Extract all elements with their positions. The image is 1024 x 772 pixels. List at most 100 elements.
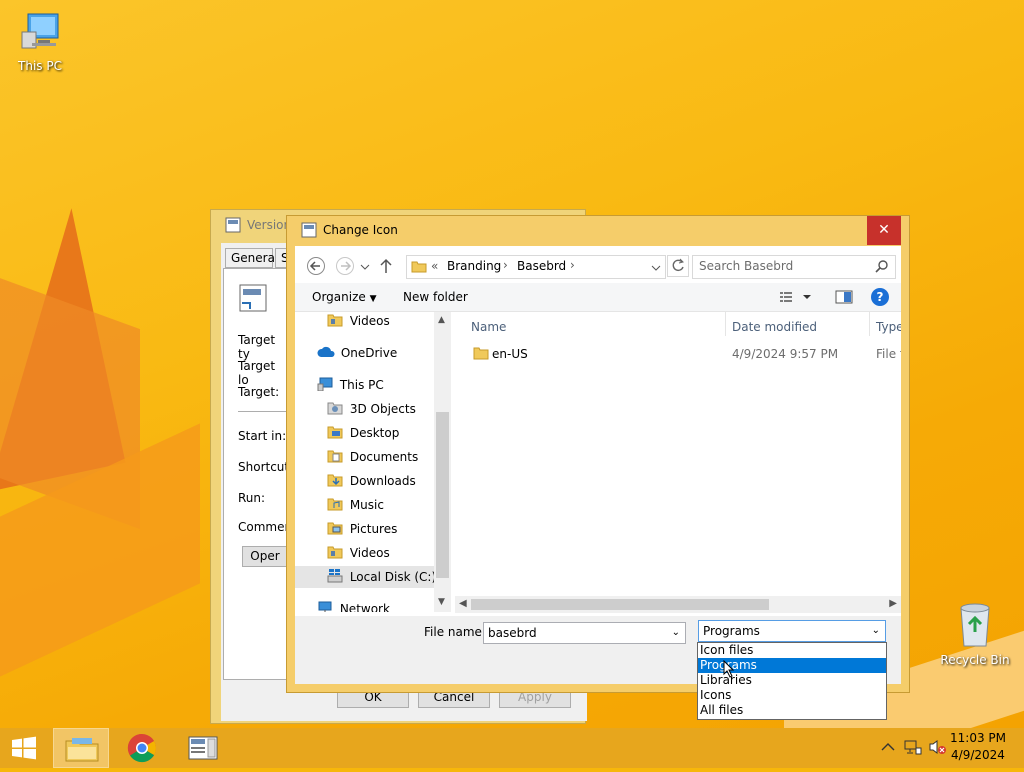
file-type: File fo [876, 347, 901, 361]
nav-label: Music [349, 498, 384, 512]
command-bar: Organize ▼ New folder ? [295, 283, 901, 312]
pictures-folder-icon [327, 522, 343, 536]
scrollbar-thumb[interactable] [436, 412, 449, 578]
file-name-value: basebrd [488, 626, 537, 640]
column-divider[interactable] [725, 312, 726, 336]
nav-item-music[interactable]: Music [327, 494, 384, 516]
column-header-name[interactable]: Name [471, 320, 506, 334]
computer-icon [0, 10, 80, 57]
scroll-up-icon[interactable]: ▲ [438, 315, 445, 325]
folder-icon [411, 259, 427, 276]
navigation-scrollbar[interactable]: ▲ ▼ [434, 312, 451, 612]
breadcrumb-basebrd[interactable]: Basebrd [517, 259, 566, 273]
column-divider[interactable] [869, 312, 870, 336]
column-header-type[interactable]: Type [876, 320, 901, 334]
address-bar: « Branding › Basebrd › Search Basebrd [300, 255, 896, 279]
change-icon-dialog[interactable]: Change Icon ✕ « Branding › Basebrd › Sea… [286, 215, 910, 693]
address-path-box[interactable]: « Branding › Basebrd › [406, 255, 666, 279]
nav-item-onedrive[interactable]: OneDrive [317, 342, 397, 364]
chevron-down-icon[interactable]: ⌄ [872, 621, 880, 641]
taskbar-file-explorer[interactable] [53, 728, 109, 768]
nav-item-local-disk[interactable]: Local Disk (C:) [295, 566, 436, 588]
scrollbar-thumb[interactable] [471, 599, 769, 610]
nav-label: Pictures [349, 522, 398, 536]
recent-locations-chevron-icon[interactable] [360, 261, 370, 275]
taskbar-chrome[interactable] [114, 728, 170, 768]
taskbar-properties[interactable] [175, 728, 231, 768]
video-folder-icon [327, 546, 343, 560]
back-icon[interactable] [306, 256, 326, 279]
new-folder-button[interactable]: New folder [403, 290, 468, 304]
nav-item-pictures[interactable]: Pictures [327, 518, 397, 540]
dropdown-option[interactable]: Icon files [698, 643, 886, 658]
network-status-icon[interactable] [904, 739, 922, 758]
nav-item-videos[interactable]: Videos [327, 542, 390, 564]
chevron-down-icon[interactable]: ⌄ [672, 623, 680, 643]
file-explorer-icon [65, 738, 99, 762]
start-button[interactable] [0, 728, 48, 768]
field-label: Run: [238, 491, 266, 505]
dialog-title: Change Icon [323, 223, 398, 237]
view-options-icon[interactable] [779, 290, 815, 307]
dropdown-option[interactable]: Icons [698, 688, 886, 703]
field-label: Commen [238, 520, 293, 534]
nav-item-downloads[interactable]: Downloads [327, 470, 416, 492]
system-clock[interactable]: 11:03 PM 4/9/2024 [950, 730, 1006, 764]
dialog-icon [301, 222, 317, 241]
nav-item-videos[interactable]: Videos [327, 312, 390, 332]
nav-item-network[interactable]: Network [317, 598, 390, 612]
navigation-pane[interactable]: Videos OneDrive This PC 3D Objects Deskt… [295, 312, 449, 612]
search-input[interactable]: Search Basebrd [692, 255, 896, 279]
file-type-select[interactable]: Programs ⌄ [698, 620, 886, 642]
nav-item-3d-objects[interactable]: 3D Objects [327, 398, 416, 420]
tab-panel: Target ty Target lo Target: Start in: Sh… [223, 268, 293, 680]
open-file-location-button[interactable]: Oper [242, 546, 288, 567]
close-button[interactable]: ✕ [867, 216, 901, 245]
documents-folder-icon [327, 450, 343, 464]
show-hidden-icons-icon[interactable] [881, 741, 895, 755]
desktop-icon-this-pc[interactable]: This PC [0, 10, 80, 73]
file-type-dropdown-list[interactable]: Icon files Programs Libraries Icons All … [697, 642, 887, 720]
forward-icon[interactable] [335, 256, 355, 279]
up-arrow-icon[interactable] [378, 257, 394, 278]
scroll-left-icon[interactable]: ◀ [459, 598, 467, 609]
desktop-icon-label: This PC [18, 59, 62, 73]
file-list[interactable]: ^ Name Date modified Type en-US 4/9/2024… [455, 312, 901, 592]
search-icon [875, 259, 889, 276]
dialog-body: « Branding › Basebrd › Search Basebrd Or… [295, 246, 901, 684]
desktop-icon-recycle-bin[interactable]: Recycle Bin [935, 600, 1015, 667]
address-dropdown-icon[interactable] [651, 262, 661, 276]
preview-pane-icon[interactable] [835, 289, 853, 308]
shortcut-icon [238, 283, 268, 316]
organize-button[interactable]: Organize ▼ [312, 290, 377, 304]
taskbar: 11:03 PM 4/9/2024 [0, 728, 1024, 768]
nav-label: Downloads [349, 474, 416, 488]
network-icon [317, 601, 333, 612]
refresh-icon[interactable] [667, 255, 689, 277]
nav-item-this-pc[interactable]: This PC [317, 374, 384, 396]
file-row[interactable]: en-US 4/9/2024 9:57 PM File fo [455, 342, 901, 364]
shortcut-icon [225, 217, 241, 233]
music-folder-icon [327, 498, 343, 512]
breadcrumb-overflow[interactable]: « [431, 259, 438, 273]
scroll-down-icon[interactable]: ▼ [438, 597, 445, 607]
nav-item-documents[interactable]: Documents [327, 446, 418, 468]
nav-label: This PC [339, 378, 384, 392]
column-header-date[interactable]: Date modified [732, 320, 817, 334]
help-icon[interactable]: ? [871, 288, 889, 306]
nav-item-desktop[interactable]: Desktop [327, 422, 399, 444]
nav-label: 3D Objects [349, 402, 416, 416]
file-name: en-US [492, 347, 528, 361]
volume-muted-icon[interactable] [929, 739, 947, 758]
organize-label: Organize [312, 290, 366, 304]
breadcrumb-branding[interactable]: Branding [447, 259, 501, 273]
horizontal-scrollbar[interactable]: ◀ ▶ [455, 596, 901, 613]
file-name-input[interactable]: basebrd ⌄ [483, 622, 686, 644]
properties-icon [188, 736, 218, 760]
scroll-right-icon[interactable]: ▶ [889, 598, 897, 609]
dropdown-option[interactable]: All files [698, 703, 886, 718]
nav-label: Videos [349, 314, 390, 328]
chrome-icon [127, 733, 156, 763]
tab-general[interactable]: General [225, 248, 278, 268]
windows-logo-icon [12, 736, 36, 760]
